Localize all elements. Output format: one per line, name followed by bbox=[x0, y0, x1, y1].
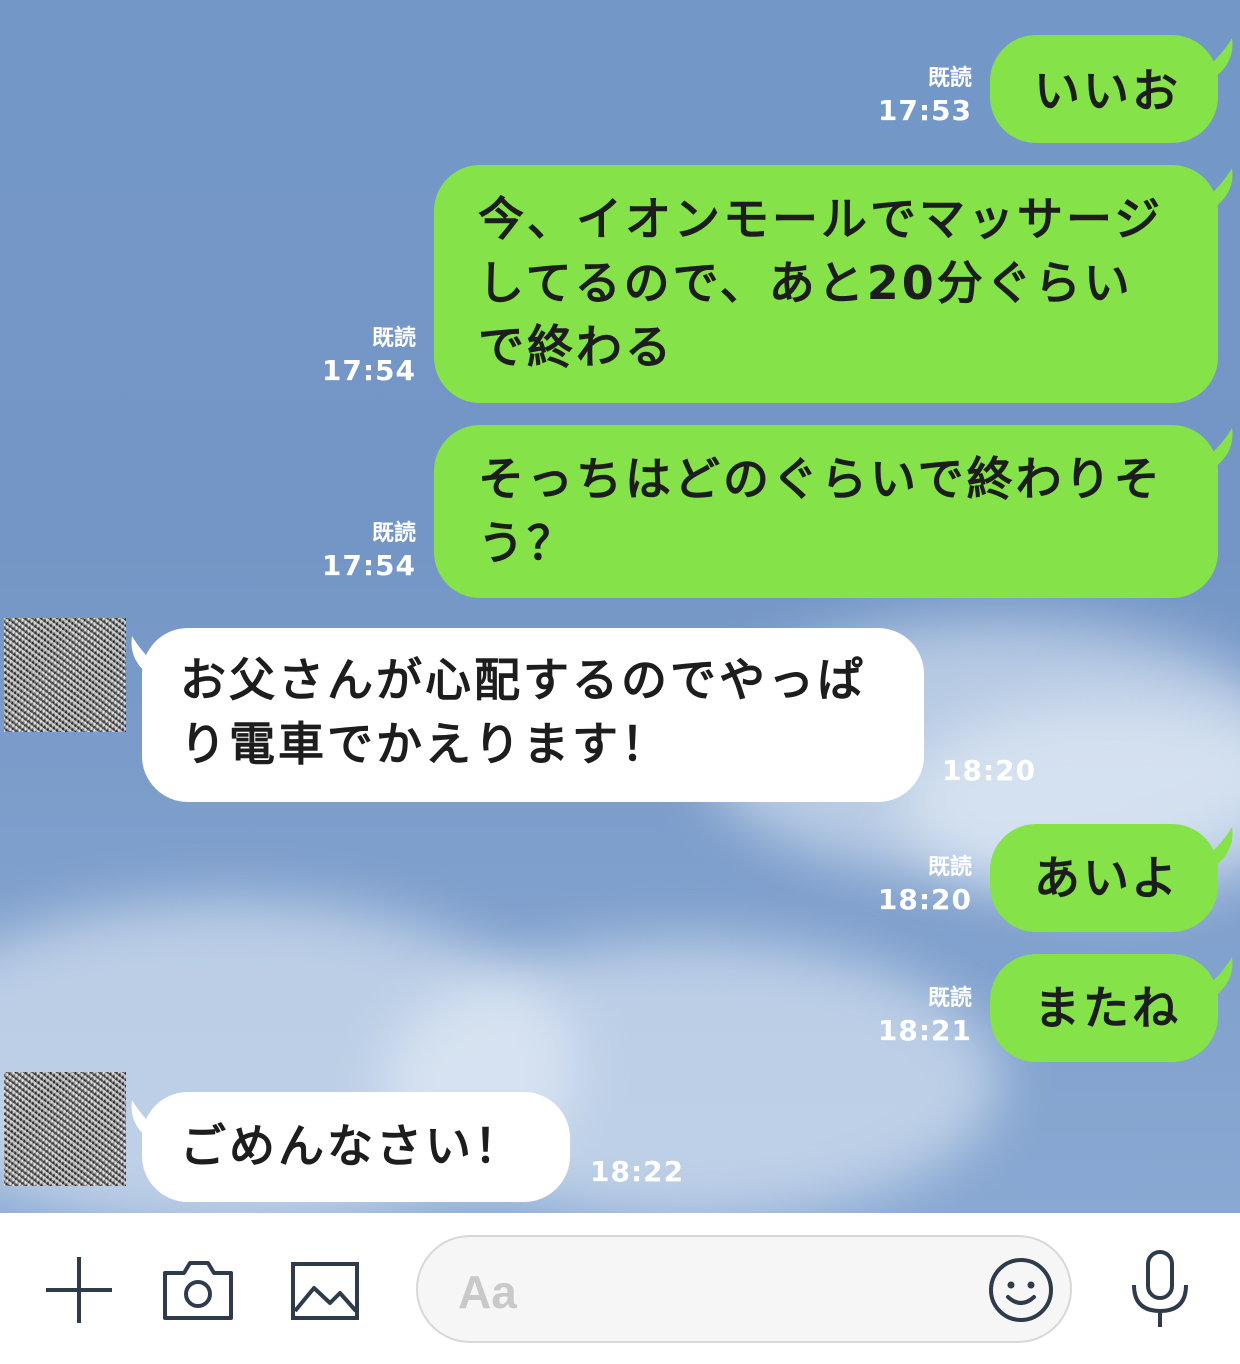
message-meta: 既読 18:20 bbox=[870, 853, 972, 917]
message-meta: 既読 17:54 bbox=[314, 324, 416, 388]
microphone-icon[interactable] bbox=[1128, 1249, 1192, 1329]
message-text: あいよ bbox=[1034, 851, 1181, 905]
message-text: いいお bbox=[1034, 64, 1181, 118]
message-line: り電車でかえります！ bbox=[180, 717, 670, 771]
message-time: 18:20 bbox=[942, 754, 1037, 787]
message-bubble[interactable]: いいお bbox=[990, 35, 1218, 143]
emoji-icon[interactable] bbox=[986, 1255, 1056, 1325]
message-time: 18:22 bbox=[590, 1155, 685, 1188]
message-time: 18:21 bbox=[877, 1014, 972, 1047]
message-bubble[interactable]: またね bbox=[990, 954, 1218, 1062]
message-time: 17:54 bbox=[321, 354, 416, 387]
message-bubble[interactable]: そっちはどのぐらいで終わりそ う？ bbox=[434, 425, 1218, 598]
message-text: ごめんなさい！ bbox=[180, 1119, 523, 1173]
read-receipt: 既読 bbox=[927, 855, 972, 880]
read-receipt: 既読 bbox=[371, 326, 416, 351]
chat-area[interactable]: 既読 17:53 いいお 既読 17:54 今、イオンモールでマッサージ してる… bbox=[0, 0, 1240, 1213]
message-time: 18:20 bbox=[877, 883, 972, 916]
message-input[interactable]: Aa bbox=[416, 1235, 1072, 1343]
message-text: またね bbox=[1034, 981, 1181, 1035]
message-line: う？ bbox=[478, 516, 576, 570]
message-meta: 既読 18:21 bbox=[870, 984, 972, 1048]
message-bubble[interactable]: ごめんなさい！ bbox=[142, 1092, 570, 1202]
message-line: してるので、あと20分ぐらい bbox=[478, 256, 1133, 310]
read-receipt: 既読 bbox=[371, 521, 416, 546]
message-meta: 既読 17:53 bbox=[870, 64, 972, 128]
message-time: 17:53 bbox=[877, 94, 972, 127]
message-bubble[interactable]: あいよ bbox=[990, 824, 1218, 932]
input-bar: Aa bbox=[0, 1213, 1240, 1364]
bubble-tail bbox=[1190, 827, 1233, 867]
message-bubble[interactable]: お父さんが心配するのでやっぱ り電車でかえります！ bbox=[142, 628, 924, 802]
message-line: お父さんが心配するのでやっぱ bbox=[180, 653, 866, 707]
image-icon[interactable] bbox=[290, 1261, 360, 1321]
message-line: そっちはどのぐらいで終わりそ bbox=[478, 452, 1163, 506]
plus-icon[interactable] bbox=[44, 1255, 114, 1325]
message-time: 17:54 bbox=[321, 549, 416, 582]
bubble-tail bbox=[1190, 38, 1233, 78]
bubble-tail bbox=[1190, 168, 1233, 208]
message-meta: 既読 17:54 bbox=[314, 519, 416, 583]
bubble-tail bbox=[1190, 428, 1233, 468]
read-receipt: 既読 bbox=[927, 986, 972, 1011]
message-line: 今、イオンモールでマッサージ bbox=[478, 192, 1164, 246]
message-bubble[interactable]: 今、イオンモールでマッサージ してるので、あと20分ぐらい で終わる bbox=[434, 165, 1218, 403]
read-receipt: 既読 bbox=[927, 66, 972, 91]
message-line: で終わる bbox=[478, 320, 674, 374]
sender-avatar[interactable] bbox=[4, 1072, 126, 1186]
camera-icon[interactable] bbox=[162, 1259, 234, 1321]
input-placeholder: Aa bbox=[458, 1266, 517, 1318]
bubble-tail bbox=[1190, 957, 1233, 997]
sender-avatar[interactable] bbox=[4, 618, 126, 732]
